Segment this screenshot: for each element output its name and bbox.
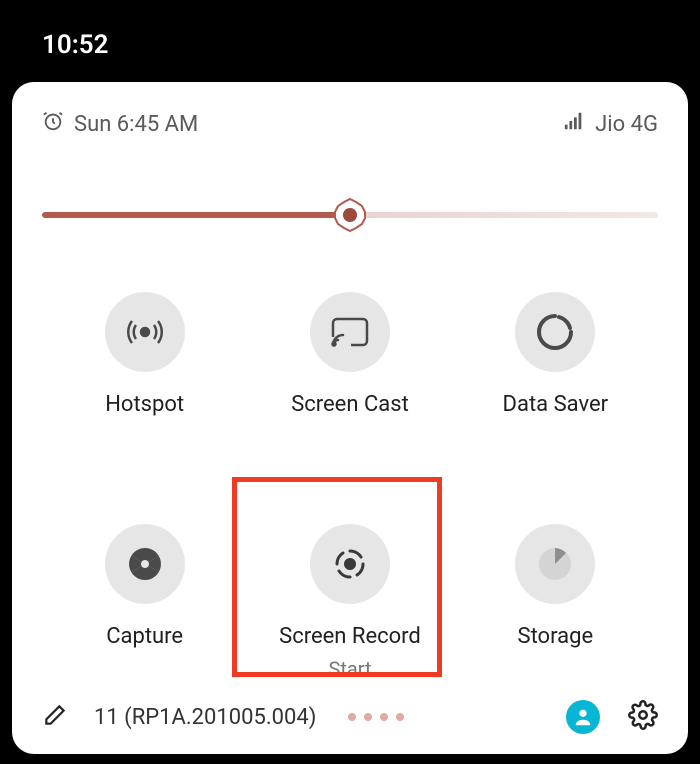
- tile-label: Screen Record: [279, 624, 421, 649]
- tile-screen-record[interactable]: Screen Record Start: [247, 524, 452, 683]
- page-indicator[interactable]: [348, 713, 404, 721]
- hotspot-icon: [105, 292, 185, 372]
- tile-sublabel: Start: [328, 657, 371, 681]
- brightness-thumb[interactable]: [333, 198, 367, 232]
- device-clock: 10:52: [0, 0, 700, 60]
- carrier-label: Jio 4G: [595, 112, 658, 137]
- datasaver-icon: [515, 292, 595, 372]
- build-label: 11 (RP1A.201005.004): [94, 705, 316, 730]
- cast-icon: [310, 292, 390, 372]
- record-icon: [310, 524, 390, 604]
- signal-icon: [563, 110, 585, 138]
- tile-label: Data Saver: [503, 392, 609, 417]
- panel-footer: 11 (RP1A.201005.004): [42, 682, 658, 734]
- tile-label: Storage: [518, 624, 594, 649]
- alarm-icon: [42, 110, 64, 138]
- tile-label: Capture: [106, 624, 183, 649]
- tile-label: Screen Cast: [291, 392, 409, 417]
- tile-label: Hotspot: [105, 392, 184, 417]
- tile-hotspot[interactable]: Hotspot: [42, 292, 247, 419]
- tile-grid: Hotspot Screen Cast Data Saver: [42, 292, 658, 682]
- brightness-slider[interactable]: [42, 200, 658, 230]
- tile-data-saver[interactable]: Data Saver: [453, 292, 658, 419]
- capture-icon: [105, 524, 185, 604]
- status-bar: Sun 6:45 AM Jio 4G: [42, 110, 658, 138]
- tile-storage[interactable]: Storage: [453, 524, 658, 683]
- user-avatar[interactable]: [566, 700, 600, 734]
- settings-icon[interactable]: [628, 700, 658, 734]
- panel-time: Sun 6:45 AM: [74, 112, 198, 137]
- storage-icon: [515, 524, 595, 604]
- quick-settings-panel: Sun 6:45 AM Jio 4G: [12, 82, 688, 754]
- tile-capture[interactable]: Capture: [42, 524, 247, 683]
- tile-screen-cast[interactable]: Screen Cast: [247, 292, 452, 419]
- edit-icon[interactable]: [42, 702, 68, 732]
